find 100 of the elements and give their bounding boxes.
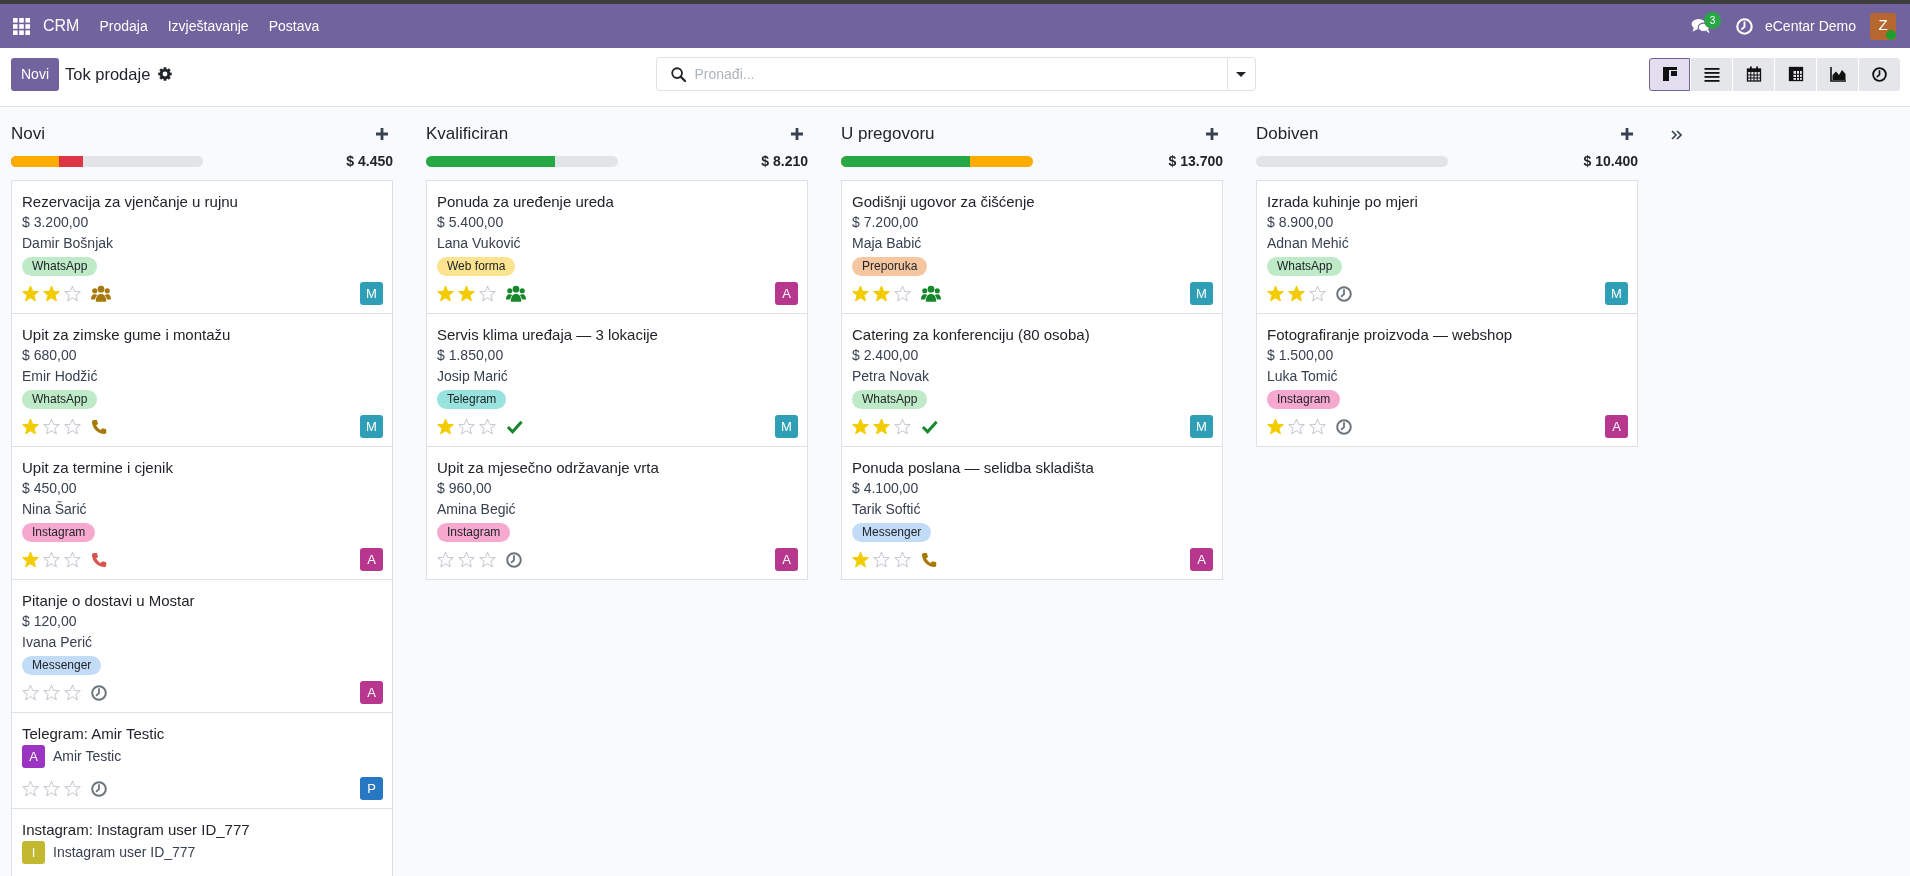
customer-name: Lana Vuković <box>437 234 522 253</box>
list-view-button[interactable] <box>1691 57 1732 91</box>
star-icon[interactable] <box>894 285 911 302</box>
star-icon[interactable] <box>894 551 911 568</box>
grid-icon[interactable] <box>13 17 30 35</box>
chat-card[interactable]: Telegram: Amir Testic A Amir Testic P <box>11 712 393 809</box>
star-icon[interactable] <box>479 418 496 435</box>
star-icon[interactable] <box>873 551 890 568</box>
star-icon[interactable] <box>64 285 81 302</box>
clock-icon[interactable] <box>506 551 522 568</box>
star-icon[interactable] <box>458 551 475 568</box>
star-icon[interactable] <box>852 418 869 435</box>
card-title: Instagram: Instagram user ID_777 <box>22 820 251 840</box>
star-icon[interactable] <box>43 684 60 701</box>
lead-card[interactable]: Servis klima uređaja — 3 lokacije $ 1.850,00 Josip Marić Telegram M <box>426 313 808 447</box>
customer-name: Amina Begić <box>437 500 517 519</box>
lead-card[interactable]: Upit za mjesečno održavanje vrta $ 960,00 Amina Begić Instagram A <box>426 446 808 580</box>
star-icon[interactable] <box>1288 418 1305 435</box>
phone-icon[interactable] <box>91 418 107 435</box>
star-icon[interactable] <box>1288 285 1305 302</box>
star-icon[interactable] <box>22 285 39 302</box>
lead-card[interactable]: Ponuda poslana — selidba skladišta $ 4.100,00 Tarik Softić Messenger A <box>841 446 1223 580</box>
owner-avatar: A <box>1190 548 1213 571</box>
new-button[interactable]: Novi <box>11 57 59 91</box>
double-chevron-icon[interactable] <box>1671 130 1682 140</box>
settings-icon[interactable] <box>158 67 173 81</box>
star-icon[interactable] <box>437 285 454 302</box>
app-name[interactable]: CRM <box>43 14 80 38</box>
chat-card[interactable]: Instagram: Instagram user ID_777 I Instagram user ID_777 <box>11 808 393 876</box>
menu-item[interactable]: Postava <box>258 15 330 37</box>
lead-card[interactable]: Upit za zimske gume i montažu $ 680,00 Emir Hodžić WhatsApp M <box>11 313 393 447</box>
star-icon[interactable] <box>479 551 496 568</box>
phone-icon[interactable] <box>921 551 937 568</box>
plus-icon[interactable] <box>1206 128 1218 140</box>
source-tag: WhatsApp <box>22 257 98 276</box>
clock-icon[interactable] <box>91 780 107 797</box>
user-avatar[interactable]: Z <box>1870 12 1896 40</box>
star-icon[interactable] <box>437 418 454 435</box>
card-title: Ponuda za uređenje ureda <box>437 192 615 212</box>
lead-card[interactable]: Rezervacija za vjenčanje u rujnu $ 3.200,00 Damir Bošnjak WhatsApp M <box>11 180 393 314</box>
check-icon[interactable] <box>921 419 938 434</box>
star-icon[interactable] <box>437 551 454 568</box>
phone-icon[interactable] <box>91 551 107 568</box>
lead-card[interactable]: Godišnji ugovor za čišćenje $ 7.200,00 Maja Babić Preporuka M <box>841 180 1223 314</box>
lead-card[interactable]: Catering za konferenciju (80 osoba) $ 2.400,00 Petra Novak WhatsApp M <box>841 313 1223 447</box>
star-icon[interactable] <box>43 551 60 568</box>
activity-view-button[interactable] <box>1859 57 1900 91</box>
star-icon[interactable] <box>64 551 81 568</box>
star-icon[interactable] <box>22 780 39 797</box>
star-icon[interactable] <box>873 418 890 435</box>
plus-icon[interactable] <box>376 128 388 140</box>
star-icon[interactable] <box>1267 418 1284 435</box>
star-icon[interactable] <box>479 285 496 302</box>
filter-toggle-button[interactable] <box>1226 57 1256 91</box>
menu-item[interactable]: Izvještavanje <box>157 15 259 37</box>
star-icon[interactable] <box>852 551 869 568</box>
star-icon[interactable] <box>458 418 475 435</box>
star-icon[interactable] <box>1309 285 1326 302</box>
star-icon[interactable] <box>64 684 81 701</box>
star-icon[interactable] <box>43 418 60 435</box>
star-icon[interactable] <box>43 285 60 302</box>
star-icon[interactable] <box>458 285 475 302</box>
star-icon[interactable] <box>64 418 81 435</box>
lead-card[interactable]: Izrada kuhinje po mjeri $ 8.900,00 Adnan Mehić WhatsApp M <box>1256 180 1638 314</box>
star-icon[interactable] <box>64 780 81 797</box>
clock-icon[interactable] <box>91 684 107 701</box>
group-icon[interactable] <box>91 285 111 302</box>
check-icon[interactable] <box>506 419 523 434</box>
clock-icon[interactable] <box>1336 285 1352 302</box>
card-title: Telegram: Amir Testic <box>22 724 166 744</box>
star-icon[interactable] <box>894 418 911 435</box>
lead-card[interactable]: Ponuda za uređenje ureda $ 5.400,00 Lana Vuković Web forma A <box>426 180 808 314</box>
star-icon[interactable] <box>1267 285 1284 302</box>
star-icon[interactable] <box>852 285 869 302</box>
plus-icon[interactable] <box>791 128 803 140</box>
star-icon[interactable] <box>873 285 890 302</box>
lead-card[interactable]: Pitanje o dostavi u Mostar $ 120,00 Ivana Perić Messenger A <box>11 579 393 713</box>
calendar-icon <box>1745 66 1762 82</box>
search-field[interactable]: Pronađi... <box>694 57 1227 91</box>
lead-card[interactable]: Fotografiranje proizvoda — webshop $ 1.500,00 Luka Tomić Instagram A <box>1256 313 1638 447</box>
pivot-view-button[interactable] <box>1775 57 1816 91</box>
clock-icon[interactable] <box>1336 418 1352 435</box>
plus-icon[interactable] <box>1621 128 1633 140</box>
star-icon[interactable] <box>22 684 39 701</box>
user-name[interactable]: eCentar Demo <box>1764 15 1856 37</box>
menu-item[interactable]: Prodaja <box>89 15 158 37</box>
group-icon[interactable] <box>506 285 526 302</box>
caret-icon <box>1236 71 1246 77</box>
calendar-view-button[interactable] <box>1733 57 1774 91</box>
star-icon[interactable] <box>1309 418 1326 435</box>
kanban-view-button[interactable] <box>1649 57 1690 91</box>
source-tag: Messenger <box>22 656 102 675</box>
star-icon[interactable] <box>22 418 39 435</box>
star-icon[interactable] <box>22 551 39 568</box>
customer-name: Emir Hodžić <box>22 367 99 386</box>
group-icon[interactable] <box>921 285 941 302</box>
lead-card[interactable]: Upit za termine i cjenik $ 450,00 Nina Šarić Instagram A <box>11 446 393 580</box>
owner-avatar: M <box>360 282 383 305</box>
graph-view-button[interactable] <box>1817 57 1858 91</box>
star-icon[interactable] <box>43 780 60 797</box>
